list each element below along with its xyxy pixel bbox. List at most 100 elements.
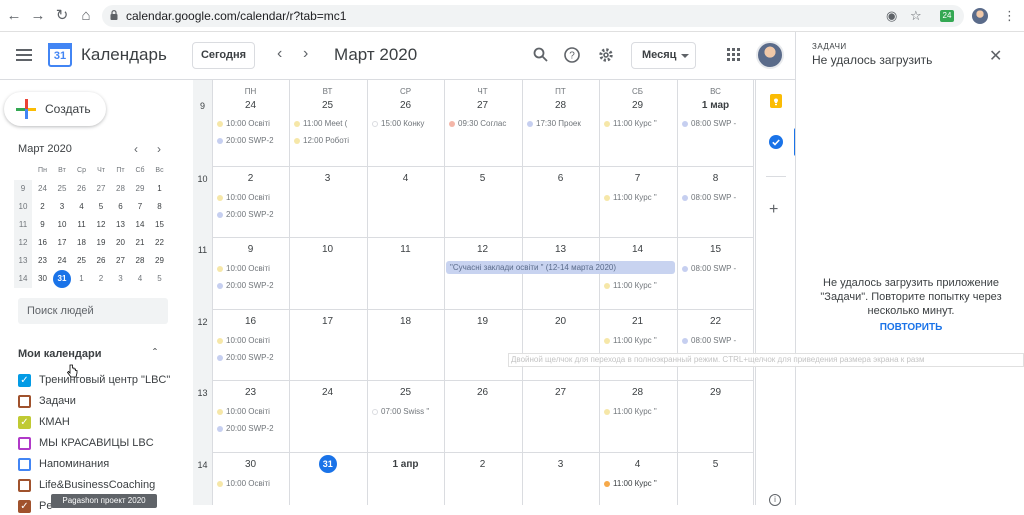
day-number[interactable]: 19	[444, 316, 521, 327]
mini-week-number[interactable]: 10	[14, 198, 32, 216]
event-chip[interactable]: 08:00 SWP -	[680, 192, 752, 204]
day-number[interactable]: 12	[444, 244, 521, 255]
event-chip[interactable]: 07:00 Swiss "	[370, 406, 442, 418]
mini-day[interactable]: 16	[34, 234, 52, 252]
forward-arrow-icon[interactable]: →	[28, 6, 48, 26]
mini-day[interactable]: 11	[73, 216, 91, 234]
mini-day[interactable]: 25	[53, 180, 71, 198]
mini-day[interactable]: 29	[151, 252, 169, 270]
calendar-checkbox[interactable]	[18, 458, 31, 471]
eye-icon[interactable]: ◉	[886, 8, 897, 24]
event-chip[interactable]: 17:30 Проек	[525, 118, 597, 130]
calendar-list-item[interactable]: Напоминания	[18, 455, 188, 473]
day-number[interactable]: 2	[212, 173, 289, 184]
mini-day[interactable]: 15	[151, 216, 169, 234]
mini-day[interactable]: 2	[92, 270, 110, 288]
mini-day[interactable]: 4	[73, 198, 91, 216]
event-chip[interactable]: 11:00 Meet (	[292, 118, 364, 130]
day-number[interactable]: 17	[289, 316, 366, 327]
mini-week-number[interactable]: 12	[14, 234, 32, 252]
mini-day[interactable]: 17	[53, 234, 71, 252]
day-number[interactable]: 11	[367, 244, 444, 255]
mini-day[interactable]: 3	[53, 198, 71, 216]
day-number[interactable]: 27	[444, 100, 521, 111]
day-number[interactable]: 26	[367, 100, 444, 111]
info-icon[interactable]: i	[769, 494, 781, 506]
help-icon[interactable]: ?	[564, 47, 580, 63]
mini-day[interactable]: 5	[92, 198, 110, 216]
mini-day[interactable]: 21	[131, 234, 149, 252]
calendar-list-item[interactable]: ✓ КМАН	[18, 413, 188, 431]
event-chip[interactable]: 09:30 Соглас	[447, 118, 519, 130]
mini-day[interactable]: 27	[92, 180, 110, 198]
mini-day[interactable]: 31	[53, 270, 71, 288]
event-chip[interactable]: 11:00 Курс "	[602, 192, 674, 204]
day-number[interactable]: 29	[599, 100, 676, 111]
day-number[interactable]: 16	[212, 316, 289, 327]
mini-day[interactable]: 10	[53, 216, 71, 234]
week-number[interactable]: 10	[193, 174, 212, 184]
day-number[interactable]: 28	[522, 100, 599, 111]
calendar-checkbox[interactable]	[18, 437, 31, 450]
search-icon[interactable]	[533, 47, 548, 62]
mini-day[interactable]: 7	[131, 198, 149, 216]
star-icon[interactable]: ☆	[910, 8, 922, 24]
day-number[interactable]: 26	[444, 387, 521, 398]
event-chip[interactable]: 08:00 SWP -	[680, 263, 752, 275]
account-avatar[interactable]	[756, 41, 784, 69]
day-number[interactable]: 29	[677, 387, 754, 398]
calendar-list-item[interactable]: Life&BusinessCoaching	[18, 476, 188, 494]
mini-day[interactable]: 28	[112, 180, 130, 198]
day-number[interactable]: 30	[212, 459, 289, 470]
event-chip[interactable]: 11:00 Курс "	[602, 280, 674, 292]
mini-week-number[interactable]: 11	[14, 216, 32, 234]
mini-day[interactable]: 20	[112, 234, 130, 252]
mini-week-number[interactable]: 14	[14, 270, 32, 288]
mini-day[interactable]: 1	[151, 180, 169, 198]
event-chip[interactable]: 11:00 Курс "	[602, 478, 674, 490]
day-number[interactable]: 3	[522, 459, 599, 470]
event-chip[interactable]: 10:00 Освіті	[215, 406, 287, 418]
multi-day-event[interactable]: "Сучасні заклади освіти " (12-14 марта 2…	[446, 261, 675, 274]
my-calendars-title[interactable]: Мои календари	[18, 348, 102, 360]
reload-icon[interactable]: ↻	[52, 6, 72, 26]
menu-dots-icon[interactable]: ⋮	[1003, 8, 1016, 24]
mini-week-number[interactable]: 13	[14, 252, 32, 270]
extension-badge[interactable]: 24	[940, 10, 954, 22]
prev-month-icon[interactable]: ‹	[277, 45, 282, 63]
calendar-checkbox[interactable]: ✓	[18, 416, 31, 429]
mini-prev-icon[interactable]: ‹	[134, 142, 138, 156]
event-chip[interactable]: 08:00 SWP -	[680, 118, 752, 130]
tasks-icon[interactable]	[768, 134, 784, 150]
today-date[interactable]: 31	[318, 455, 337, 473]
day-number[interactable]: 7	[599, 173, 676, 184]
mini-next-icon[interactable]: ›	[157, 142, 161, 156]
mini-day[interactable]: 13	[112, 216, 130, 234]
event-chip[interactable]: 15:00 Конку	[370, 118, 442, 130]
week-number[interactable]: 9	[193, 101, 212, 111]
mini-day[interactable]: 22	[151, 234, 169, 252]
day-number[interactable]: 22	[677, 316, 754, 327]
event-chip[interactable]: 10:00 Освіті	[215, 263, 287, 275]
event-chip[interactable]: 11:00 Курс "	[602, 406, 674, 418]
mini-day[interactable]: 24	[53, 252, 71, 270]
mini-day[interactable]: 1	[73, 270, 91, 288]
calendar-checkbox[interactable]: ✓	[18, 374, 31, 387]
calendar-checkbox[interactable]	[18, 479, 31, 492]
mini-day[interactable]: 24	[34, 180, 52, 198]
day-number[interactable]: 14	[599, 244, 676, 255]
week-number[interactable]: 11	[193, 245, 212, 255]
week-number[interactable]: 13	[193, 388, 212, 398]
close-icon[interactable]: ✕	[989, 46, 1002, 66]
day-number[interactable]: 5	[444, 173, 521, 184]
calendar-list-item[interactable]: Задачи	[18, 392, 188, 410]
mini-day[interactable]: 4	[131, 270, 149, 288]
view-select[interactable]: Месяц	[631, 42, 696, 69]
day-number[interactable]: 20	[522, 316, 599, 327]
mini-day[interactable]: 6	[112, 198, 130, 216]
day-number[interactable]: 4	[367, 173, 444, 184]
event-chip[interactable]: 11:00 Курс "	[602, 335, 674, 347]
mini-day[interactable]: 19	[92, 234, 110, 252]
event-chip[interactable]: 10:00 Освіті	[215, 478, 287, 490]
mini-day[interactable]: 18	[73, 234, 91, 252]
